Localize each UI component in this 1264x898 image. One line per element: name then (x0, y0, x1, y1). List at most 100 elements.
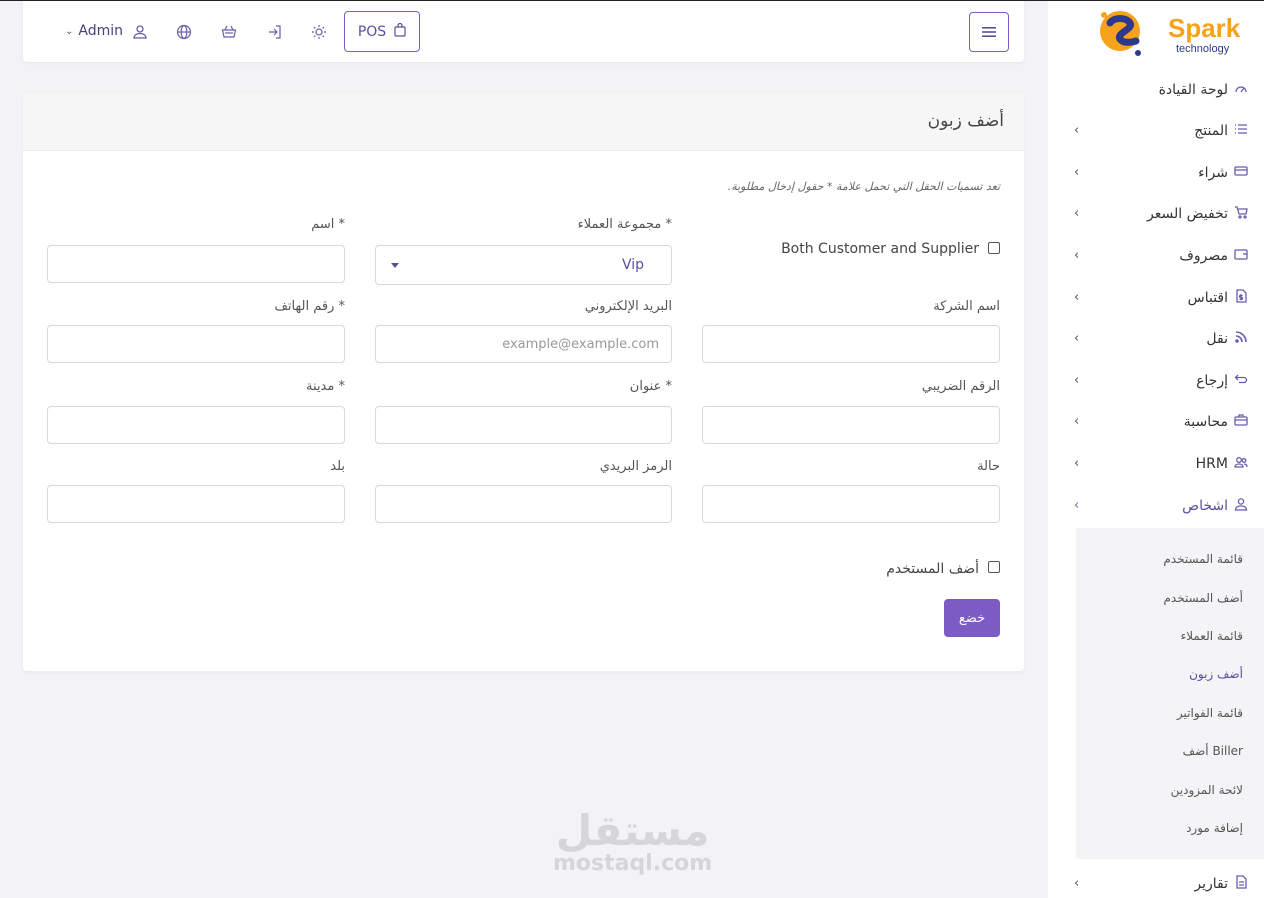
submenu-add-supplier[interactable]: إضافة مورد (1186, 821, 1243, 835)
chevron-left-icon: ‹ (1074, 414, 1080, 429)
sidebar-item-label: المنتج (1194, 123, 1228, 139)
chevron-left-icon: ‹ (1074, 373, 1080, 388)
submenu-add-user[interactable]: أضف المستخدم (1164, 591, 1244, 605)
chevron-left-icon: ‹ (1074, 331, 1080, 346)
country-label: بلد (330, 459, 345, 474)
tax-number-label: الرقم الضريبي (921, 379, 1000, 394)
postal-code-input[interactable] (375, 485, 672, 523)
sidebar-item-expense[interactable]: مصروف (1179, 247, 1248, 265)
sidebar-item-people[interactable]: اشخاص (1182, 497, 1248, 515)
chevron-down-icon: ⌄ (65, 25, 74, 37)
user-icon (1234, 497, 1248, 515)
submenu-add-customer[interactable]: أضف زبون (1189, 667, 1243, 681)
page-title: أضف زبون (927, 111, 1004, 131)
sidebar-item-return[interactable]: إرجاع (1196, 372, 1248, 390)
user-icon[interactable] (132, 24, 148, 40)
file-dollar-icon (1234, 289, 1248, 307)
sidebar-item-reports[interactable]: تقارير (1194, 875, 1248, 893)
top-navbar: ⌄ Admin POS (23, 1, 1024, 62)
sidebar-item-label: شراء (1198, 165, 1228, 181)
city-input[interactable] (47, 406, 345, 444)
chevron-left-icon: ‹ (1074, 165, 1080, 180)
brand-logo[interactable]: Spark technology (1092, 1, 1252, 67)
submenu-user-list[interactable]: قائمة المستخدم (1163, 552, 1243, 566)
sidebar-item-label: تقارير (1194, 876, 1228, 892)
submenu-customer-list[interactable]: قائمة العملاء (1181, 629, 1243, 643)
sidebar-item-hrm[interactable]: HRM (1196, 455, 1248, 473)
submenu-add-biller[interactable]: أضف Biller (1183, 744, 1243, 758)
city-label: مدينة * (306, 379, 345, 394)
company-name-input[interactable] (702, 325, 1000, 363)
email-placeholder: example@example.com (502, 336, 659, 352)
phone-label: رقم الهاتف * (274, 299, 345, 314)
basket-icon[interactable] (221, 24, 237, 40)
sidebar-item-discount[interactable]: تخفيض السعر (1147, 205, 1248, 223)
briefcase-icon (1234, 413, 1248, 431)
caret-down-icon (391, 263, 399, 268)
cart-icon (1234, 205, 1248, 223)
submit-button[interactable]: خضع (944, 599, 1000, 637)
state-input[interactable] (702, 485, 1000, 523)
hamburger-icon (982, 23, 996, 42)
card-header: أضف زبون (23, 93, 1024, 151)
return-icon (1234, 372, 1248, 390)
login-icon[interactable] (267, 24, 283, 40)
name-label: اسم * (311, 217, 345, 232)
chevron-left-icon: ‹ (1074, 498, 1080, 513)
rss-icon (1234, 330, 1248, 348)
chevron-left-icon: ‹ (1074, 290, 1080, 305)
chevron-left-icon: ‹ (1074, 456, 1080, 471)
sidebar-item-label: لوحة القيادة (1158, 82, 1228, 98)
company-name-label: اسم الشركة (933, 299, 1000, 314)
sidebar-item-label: مصروف (1179, 248, 1228, 264)
state-label: حالة (977, 459, 1000, 474)
name-input[interactable] (47, 245, 345, 283)
sidebar-item-product[interactable]: المنتج (1194, 122, 1248, 140)
sidebar-item-label: نقل (1206, 331, 1228, 347)
report-icon (1234, 875, 1248, 893)
gauge-icon (1234, 81, 1248, 99)
sidebar-item-quotation[interactable]: اقتباس (1188, 289, 1248, 307)
chevron-left-icon: ‹ (1074, 876, 1080, 891)
menu-toggle-button[interactable] (969, 12, 1009, 52)
customer-group-select[interactable]: Vip (375, 245, 672, 285)
submenu-biller-list[interactable]: قائمة الفواتير (1177, 706, 1243, 720)
both-customer-supplier-label: Both Customer and Supplier (781, 241, 979, 257)
email-label: البريد الإلكتروني (584, 299, 672, 314)
required-note: تعد تسميات الحقل التي تحمل علامة * حقول … (727, 180, 1000, 193)
sidebar-item-transfer[interactable]: نقل (1206, 330, 1248, 348)
chevron-left-icon: ‹ (1074, 123, 1080, 138)
chevron-left-icon: ‹ (1074, 206, 1080, 221)
sidebar: Spark technology لوحة القيادة ‹ المنتج ‹… (1048, 1, 1264, 898)
email-input[interactable]: example@example.com (375, 325, 672, 363)
card-icon (1234, 164, 1248, 182)
globe-icon[interactable] (176, 24, 192, 40)
address-label: عنوان * (629, 379, 672, 394)
tax-number-input[interactable] (702, 406, 1000, 444)
add-customer-card: أضف زبون تعد تسميات الحقل التي تحمل علام… (23, 93, 1024, 671)
submenu-supplier-list[interactable]: لائحة المزودين (1171, 783, 1243, 797)
both-customer-supplier-checkbox[interactable] (988, 242, 1000, 254)
bag-icon (394, 22, 406, 41)
sidebar-item-label: HRM (1195, 456, 1228, 472)
sidebar-item-purchase[interactable]: شراء (1198, 164, 1248, 182)
sidebar-item-accounting[interactable]: محاسبة (1184, 413, 1248, 431)
pos-button[interactable]: POS (344, 11, 420, 52)
add-user-checkbox[interactable] (988, 561, 1000, 573)
user-menu[interactable]: ⌄ Admin (65, 23, 123, 39)
country-input[interactable] (47, 485, 345, 523)
phone-input[interactable] (47, 325, 345, 363)
sidebar-item-dashboard[interactable]: لوحة القيادة (1159, 81, 1248, 99)
address-input[interactable] (375, 406, 672, 444)
watermark-latin: mostaql.com (553, 851, 713, 876)
watermark: مستقل mostaql.com (553, 809, 712, 875)
sun-icon[interactable] (311, 24, 327, 40)
wallet-icon (1234, 247, 1248, 265)
brand-name: Spark (1168, 13, 1241, 43)
sidebar-item-label: اشخاص (1182, 498, 1228, 514)
chevron-left-icon: ‹ (1074, 248, 1080, 263)
customer-group-value: Vip (621, 257, 644, 273)
user-name: Admin (78, 23, 124, 39)
postal-code-label: الرمز البريدي (599, 459, 672, 474)
customer-group-label: مجموعة العملاء * (577, 217, 672, 232)
